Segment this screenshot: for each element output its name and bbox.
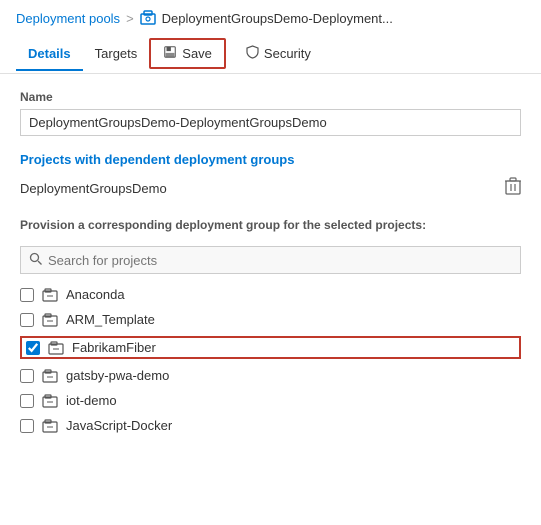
search-box (20, 246, 521, 274)
search-icon (29, 252, 42, 268)
dependent-project-left: DeploymentGroupsDemo (20, 181, 167, 196)
breadcrumb-current: DeploymentGroupsDemo-Deployment... (162, 11, 393, 26)
save-button[interactable]: Save (149, 38, 226, 69)
deploy-group-icon (48, 341, 64, 355)
delete-icon[interactable] (505, 177, 521, 200)
anaconda-checkbox[interactable] (20, 288, 34, 302)
list-item: gatsby-pwa-demo (20, 365, 521, 386)
breadcrumb: Deployment pools > DeploymentGroupsDemo-… (0, 0, 541, 34)
list-item: JavaScript-Docker (20, 415, 521, 436)
deploy-group-icon (42, 313, 58, 327)
save-label: Save (182, 46, 212, 61)
dependent-projects-title: Projects with dependent deployment group… (20, 152, 521, 167)
tabs-bar: Details Targets Save Security (0, 34, 541, 74)
save-icon (163, 45, 177, 62)
name-input[interactable] (20, 109, 521, 136)
gatsby-checkbox[interactable] (20, 369, 34, 383)
shield-icon (246, 45, 259, 62)
list-item: ARM_Template (20, 309, 521, 330)
security-label: Security (264, 46, 311, 61)
project-label: Anaconda (66, 287, 125, 302)
search-input[interactable] (48, 253, 512, 268)
tab-targets[interactable]: Targets (83, 38, 150, 71)
deploy-group-icon (42, 369, 58, 383)
fabrikam-checkbox[interactable] (26, 341, 40, 355)
dependent-project-row: DeploymentGroupsDemo (20, 173, 521, 204)
breadcrumb-separator: > (126, 11, 134, 26)
dependent-project-name: DeploymentGroupsDemo (20, 181, 167, 196)
list-item: Anaconda (20, 284, 521, 305)
project-label: JavaScript-Docker (66, 418, 172, 433)
projects-list: Anaconda ARM_Template (20, 284, 521, 436)
name-label: Name (20, 90, 521, 104)
list-item: FabrikamFiber (20, 336, 521, 359)
javascript-checkbox[interactable] (20, 419, 34, 433)
project-label: ARM_Template (66, 312, 155, 327)
list-item: iot-demo (20, 390, 521, 411)
provision-title: Provision a corresponding deployment gro… (20, 218, 521, 232)
deploy-pool-icon (140, 10, 156, 26)
project-label: FabrikamFiber (72, 340, 156, 355)
project-label: gatsby-pwa-demo (66, 368, 169, 383)
arm-checkbox[interactable] (20, 313, 34, 327)
tab-details[interactable]: Details (16, 38, 83, 71)
project-label: iot-demo (66, 393, 117, 408)
deploy-group-icon (42, 394, 58, 408)
deploy-group-icon (42, 288, 58, 302)
main-content: Name Projects with dependent deployment … (0, 74, 541, 452)
tab-security[interactable]: Security (234, 37, 323, 72)
deploy-group-icon (42, 419, 58, 433)
breadcrumb-link[interactable]: Deployment pools (16, 11, 120, 26)
iot-checkbox[interactable] (20, 394, 34, 408)
provision-section: Provision a corresponding deployment gro… (20, 218, 521, 436)
